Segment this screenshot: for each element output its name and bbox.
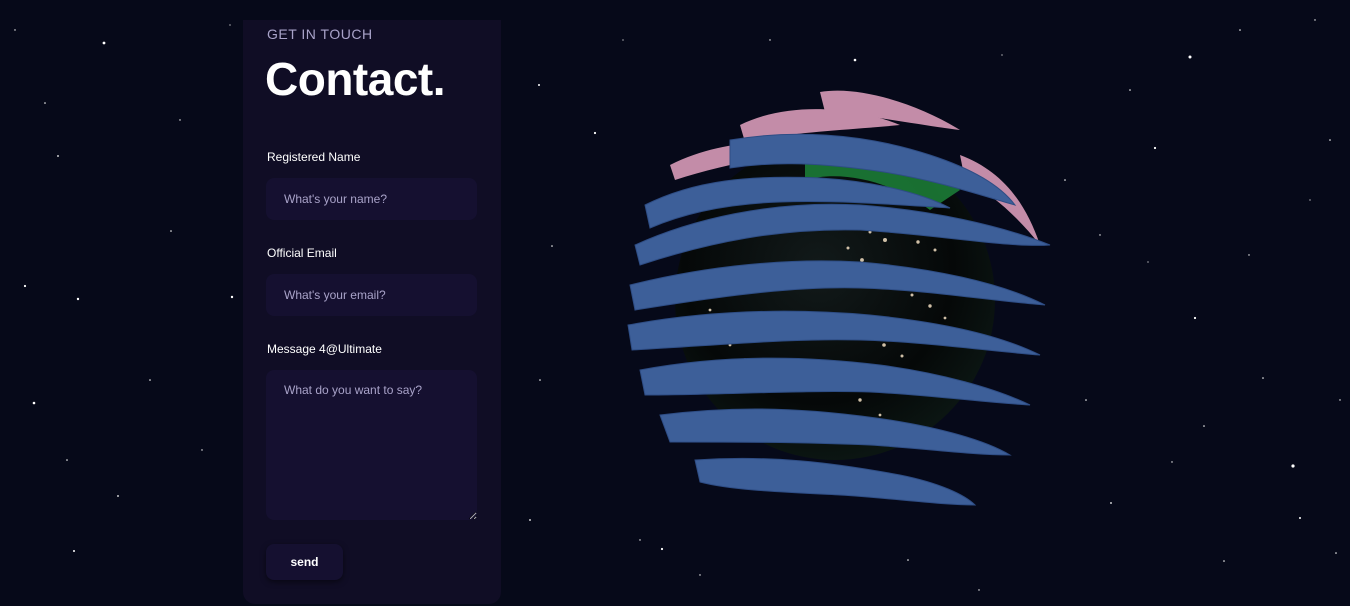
message-textarea[interactable] [266, 370, 477, 520]
name-label: Registered Name [267, 150, 361, 164]
starfield-background: GET IN TOUCH Contact. Registered Name Of… [0, 0, 1350, 606]
email-label: Official Email [267, 246, 337, 260]
email-input[interactable] [266, 274, 477, 316]
send-button[interactable]: send [266, 544, 343, 580]
contact-form-card: GET IN TOUCH Contact. Registered Name Of… [243, 20, 501, 604]
name-input[interactable] [266, 178, 477, 220]
message-label: Message 4@Ultimate [267, 342, 382, 356]
earth-globe-icon[interactable] [600, 70, 1060, 540]
page-title: Contact. [265, 53, 446, 105]
section-eyebrow: GET IN TOUCH [267, 26, 373, 42]
